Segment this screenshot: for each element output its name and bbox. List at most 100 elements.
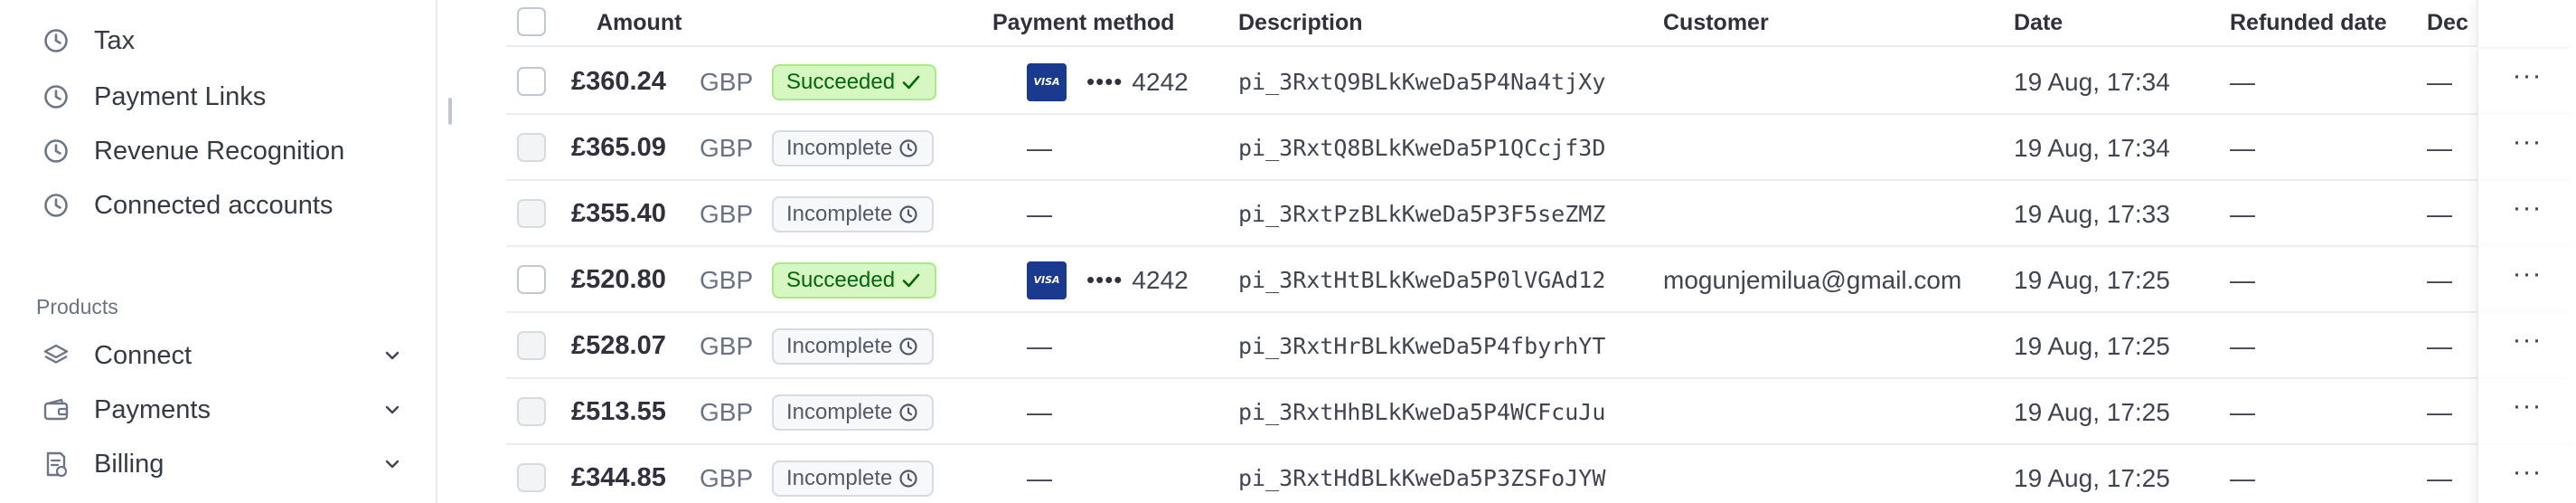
invoice-icon <box>40 448 72 480</box>
clock-icon <box>899 337 918 356</box>
declined: — <box>2427 464 2452 492</box>
sidebar-item-payments[interactable]: Payments <box>40 387 401 432</box>
more-icon: ··· <box>2512 390 2543 421</box>
column-header-payment-method[interactable]: Payment method <box>992 0 1174 47</box>
table-row[interactable]: £513.55 GBP Incomplete — pi_3RxtHhBLkKwe… <box>506 379 2576 445</box>
declined: — <box>2427 68 2452 96</box>
more-icon: ··· <box>2512 60 2543 90</box>
row-actions-button[interactable]: ··· <box>2477 379 2576 445</box>
amount: £360.24 <box>571 67 666 96</box>
description: pi_3RxtHtBLkKweDa5P0lVGAd12 <box>1238 267 1606 293</box>
row-actions-button[interactable]: ··· <box>2477 49 2576 115</box>
sidebar-item-connected-accounts[interactable]: Connected accounts <box>40 183 401 228</box>
table-row[interactable]: £520.80 GBP Succeeded VISA •••• 4242 pi_… <box>506 247 2576 313</box>
date: 19 Aug, 17:25 <box>2014 266 2170 294</box>
products-section-label: Products <box>36 295 118 318</box>
row-checkbox[interactable] <box>517 265 546 294</box>
clock-icon <box>899 139 918 157</box>
column-header-customer[interactable]: Customer <box>1663 0 1769 47</box>
currency: GBP <box>700 134 754 162</box>
empty-value: — <box>1027 331 1052 360</box>
currency: GBP <box>700 398 754 426</box>
payment-method: — <box>1027 445 1052 503</box>
currency: GBP <box>700 464 754 492</box>
select-all-checkbox[interactable] <box>517 7 546 36</box>
sidebar-item-billing[interactable]: Billing <box>40 441 401 487</box>
table-row[interactable]: £355.40 GBP Incomplete — pi_3RxtPzBLkKwe… <box>506 181 2576 247</box>
sidebar-item-label: Payment Links <box>94 81 267 111</box>
column-header-amount[interactable]: Amount <box>597 0 682 47</box>
declined: — <box>2427 200 2452 228</box>
status-label: Incomplete <box>786 466 893 490</box>
status-badge: Succeeded <box>772 64 937 100</box>
chevron-down-icon[interactable] <box>381 345 403 366</box>
row-checkbox[interactable] <box>517 463 546 492</box>
column-header-date[interactable]: Date <box>2014 0 2063 47</box>
row-checkbox[interactable] <box>517 133 546 162</box>
more-icon: ··· <box>2512 258 2543 289</box>
status-badge: Succeeded <box>772 262 937 299</box>
refunded-date: — <box>2230 200 2255 228</box>
wallet-icon <box>40 394 72 426</box>
customer-email[interactable]: mogunjemilua@gmail.com <box>1663 247 1961 313</box>
description: pi_3RxtQ8BLkKweDa5P1QCcjf3D <box>1238 135 1606 161</box>
layers-icon <box>40 339 72 372</box>
table-row[interactable]: £360.24 GBP Succeeded VISA •••• 4242 pi_… <box>506 49 2576 115</box>
refunded-date: — <box>2230 266 2255 294</box>
column-header-declined[interactable]: Dec <box>2427 0 2468 47</box>
clock-icon <box>899 403 918 422</box>
header-actions-cell <box>2477 0 2576 47</box>
chevron-down-icon[interactable] <box>381 399 403 421</box>
sidebar-item-label: Revenue Recognition <box>94 136 345 166</box>
date: 19 Aug, 17:34 <box>2014 68 2170 96</box>
status-label: Succeeded <box>786 70 896 94</box>
date: 19 Aug, 17:34 <box>2014 134 2170 162</box>
sidebar-item-payment-links[interactable]: Payment Links <box>40 74 401 119</box>
chevron-down-icon[interactable] <box>381 453 403 475</box>
payment-method: — <box>1027 181 1052 247</box>
table-row[interactable]: £528.07 GBP Incomplete — pi_3RxtHrBLkKwe… <box>506 313 2576 379</box>
amount: £520.80 <box>571 265 666 294</box>
visa-card-icon: VISA <box>1027 261 1067 299</box>
checkmark-icon <box>902 273 920 288</box>
sidebar-item-revenue-recognition[interactable]: Revenue Recognition <box>40 128 401 174</box>
description: pi_3RxtPzBLkKweDa5P3F5seZMZ <box>1238 201 1606 227</box>
column-header-refunded-date[interactable]: Refunded date <box>2230 0 2387 47</box>
row-actions-button[interactable]: ··· <box>2477 181 2576 247</box>
row-checkbox[interactable] <box>517 397 546 426</box>
sidebar-resize-handle[interactable] <box>448 98 452 125</box>
row-checkbox[interactable] <box>517 67 546 96</box>
description: pi_3RxtHdBLkKweDa5P3ZSFoJYW <box>1238 465 1606 491</box>
currency: GBP <box>700 200 754 228</box>
column-header-description[interactable]: Description <box>1238 0 1363 47</box>
clock-icon <box>40 135 72 167</box>
row-actions-button[interactable]: ··· <box>2477 247 2576 313</box>
more-icon: ··· <box>2512 456 2543 487</box>
table-header: Amount Payment method Description Custom… <box>506 0 2576 47</box>
status-label: Succeeded <box>786 268 896 292</box>
date: 19 Aug, 17:25 <box>2014 464 2170 492</box>
status-label: Incomplete <box>786 334 893 358</box>
table-row[interactable]: £365.09 GBP Incomplete — pi_3RxtQ8BLkKwe… <box>506 115 2576 181</box>
date: 19 Aug, 17:25 <box>2014 332 2170 360</box>
sidebar-item-tax[interactable]: Tax <box>40 18 401 63</box>
clock-icon <box>899 470 918 488</box>
payment-method: — <box>1027 313 1052 379</box>
card-mask: •••• <box>1086 266 1123 293</box>
table-row[interactable]: £344.85 GBP Incomplete — pi_3RxtHdBLkKwe… <box>506 445 2576 503</box>
status-badge: Incomplete <box>772 394 935 431</box>
amount: £355.40 <box>571 199 666 228</box>
declined: — <box>2427 266 2452 294</box>
row-checkbox[interactable] <box>517 331 546 360</box>
row-checkbox[interactable] <box>517 199 546 228</box>
refunded-date: — <box>2230 332 2255 360</box>
declined: — <box>2427 332 2452 360</box>
sidebar-item-label: Billing <box>94 449 165 479</box>
payment-method: — <box>1027 379 1052 445</box>
row-actions-button[interactable]: ··· <box>2477 445 2576 503</box>
row-actions-button[interactable]: ··· <box>2477 115 2576 181</box>
row-actions-button[interactable]: ··· <box>2477 313 2576 379</box>
declined: — <box>2427 134 2452 162</box>
sidebar-item-connect[interactable]: Connect <box>40 333 401 378</box>
sidebar-item-label: Tax <box>94 25 136 55</box>
